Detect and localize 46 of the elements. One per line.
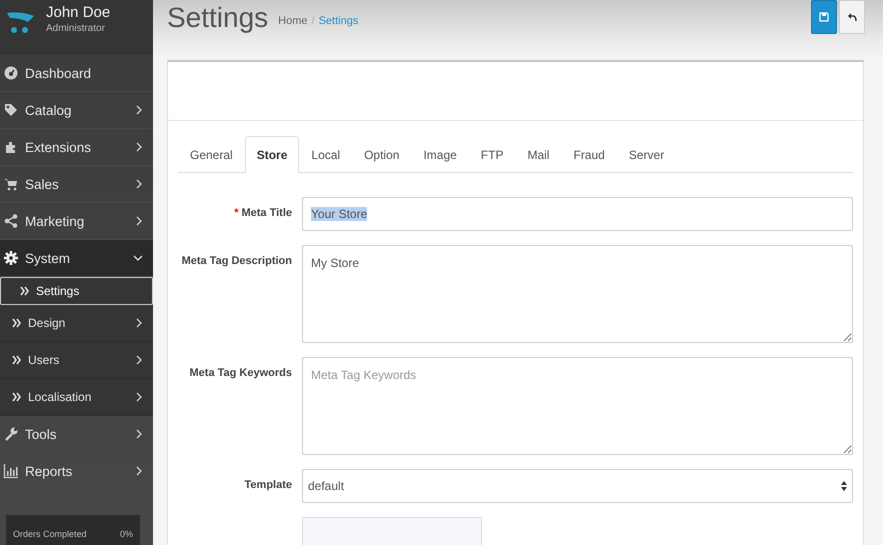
- stat-value: 0%: [120, 529, 133, 541]
- cart-logo-icon: [6, 10, 36, 36]
- text-area[interactable]: Meta Tag Keywords: [302, 357, 853, 455]
- breadcrumb-separator: /: [312, 15, 315, 27]
- user-name: John Doe: [46, 4, 110, 21]
- tab[interactable]: General: [178, 136, 245, 172]
- tag-icon: [3, 102, 19, 118]
- field-label: Meta Tag Keywords: [190, 367, 292, 379]
- up-down-arrows-icon: [841, 481, 847, 491]
- dashboard-icon: [3, 65, 19, 81]
- submenu-item[interactable]: Settings: [0, 277, 153, 305]
- select-dropdown[interactable]: default: [302, 469, 853, 503]
- tab[interactable]: Local: [299, 136, 352, 172]
- submenu-item[interactable]: Design: [0, 305, 153, 342]
- tab[interactable]: Option: [352, 136, 412, 172]
- reply-arrow-icon: [847, 12, 857, 22]
- tab[interactable]: FTP: [468, 136, 516, 172]
- menu-item[interactable]: System: [0, 240, 153, 277]
- share-icon: [3, 213, 19, 229]
- double-chevron-icon: [12, 355, 21, 365]
- field-label: Template: [244, 479, 292, 491]
- stat-label: Orders Completed: [13, 529, 87, 541]
- settings-icon: [3, 250, 19, 266]
- bar-chart-icon: [3, 463, 19, 479]
- tab[interactable]: Server: [616, 136, 676, 172]
- field-label: Meta Title: [241, 207, 292, 219]
- text-area[interactable]: My Store: [302, 245, 853, 343]
- required-mark: *: [234, 207, 238, 219]
- page-title: Settings: [167, 2, 268, 34]
- tab[interactable]: Mail: [515, 136, 562, 172]
- save-button[interactable]: [811, 0, 837, 34]
- double-chevron-icon: [20, 286, 29, 296]
- field-label: Meta Tag Description: [182, 255, 292, 267]
- text-field[interactable]: Your Store: [302, 197, 853, 231]
- wrench-icon: [3, 426, 19, 442]
- back-button[interactable]: [839, 0, 865, 34]
- breadcrumb-link[interactable]: Home: [278, 15, 308, 27]
- double-chevron-icon: [12, 318, 21, 328]
- submenu-item[interactable]: Localisation: [0, 379, 153, 416]
- submenu-item[interactable]: Users: [0, 342, 153, 379]
- tab[interactable]: Image: [411, 136, 469, 172]
- cart-icon: [3, 176, 19, 192]
- tab[interactable]: Fraud: [561, 136, 617, 172]
- user-role: Administrator: [46, 23, 106, 34]
- tab[interactable]: Store: [244, 136, 300, 173]
- double-chevron-icon: [12, 392, 21, 402]
